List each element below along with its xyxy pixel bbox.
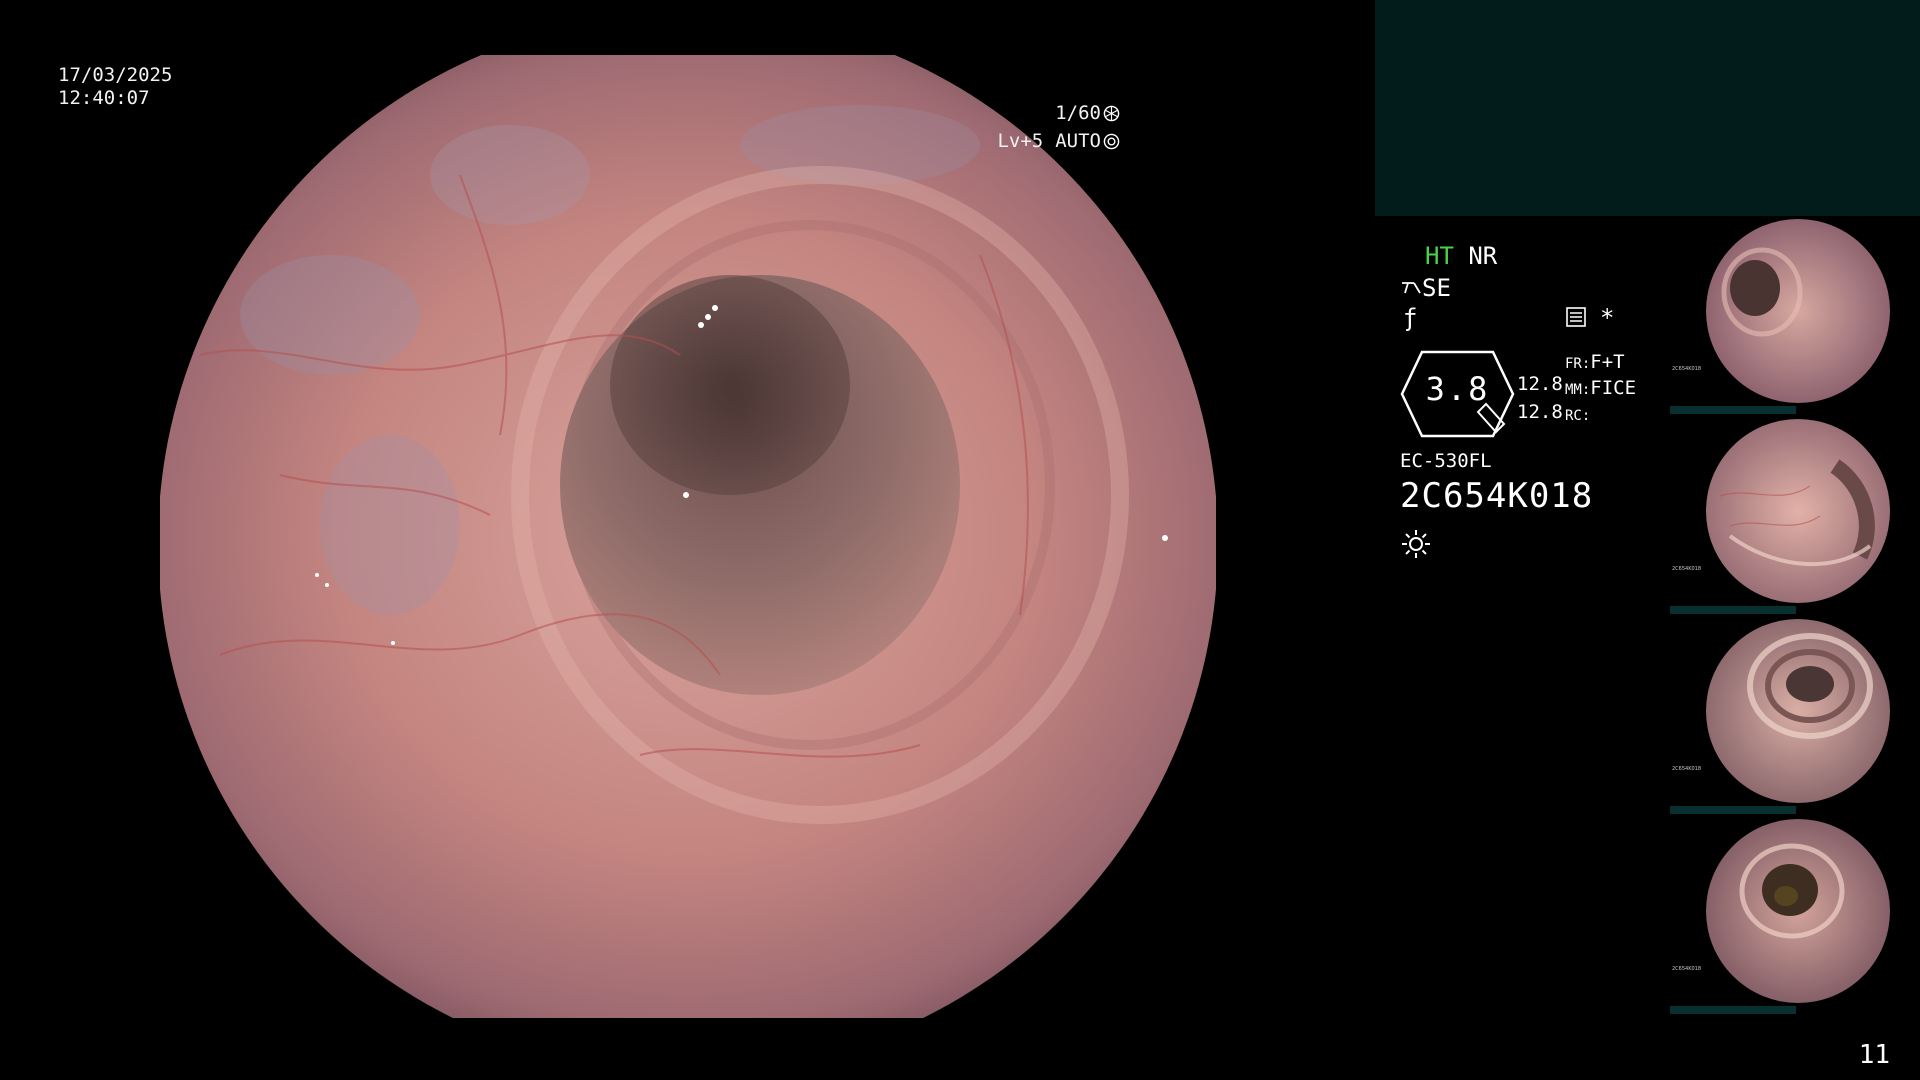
- se-label: SE: [1422, 274, 1451, 302]
- mm-label: MM:: [1565, 382, 1591, 398]
- mag-value-1: 12.8: [1517, 373, 1563, 395]
- thumbnail-3[interactable]: 2C654K018: [1670, 616, 1920, 814]
- thumbnail-bar: [1670, 1006, 1796, 1014]
- thumbnail-4[interactable]: 2C654K018: [1670, 816, 1920, 1014]
- fr-value: F+T: [1590, 351, 1625, 373]
- shutter-text: 1/60: [1055, 102, 1101, 124]
- thumbnail-caption: 2C654K018: [1672, 766, 1702, 772]
- time-text: 12:40:07: [58, 87, 150, 109]
- mode-labels: FR:F+T MM:FICE RC:: [1565, 350, 1636, 428]
- fr-label: FR:: [1565, 356, 1591, 372]
- iris-mode-text: AUTO: [1055, 130, 1101, 152]
- scope-serial: 2C654K018: [1400, 476, 1594, 516]
- light-level-text: Lv+5: [997, 130, 1044, 152]
- rc-label: RC:: [1565, 408, 1591, 424]
- iris-icon: [1103, 133, 1120, 149]
- magnification-value: 3.8: [1425, 370, 1490, 408]
- star-mark: *: [1600, 304, 1615, 332]
- date-text: 17/03/2025: [58, 64, 173, 86]
- mm-value: FICE: [1590, 377, 1637, 399]
- aperture-icon: [1103, 105, 1120, 121]
- info-panel: [1375, 0, 1920, 216]
- datetime-overlay: 17/03/2025 12:40:07: [58, 64, 172, 110]
- ht-label: HT: [1425, 242, 1454, 270]
- thumbnail-2[interactable]: 2C654K018: [1670, 416, 1920, 614]
- captured-images-strip: 2C654K018 2C654K018 2C654K018 2C654K018: [1670, 216, 1920, 1016]
- magnification-values: 12.8 12.8: [1517, 370, 1563, 426]
- scope-model: EC-530FL: [1400, 450, 1492, 472]
- ht-nr-row: HT NR: [1425, 242, 1497, 270]
- book-icon: [1566, 307, 1586, 327]
- sun-icon: [1402, 530, 1430, 558]
- mag-value-2: 12.8: [1517, 401, 1563, 423]
- f-symbol: ƒ: [1403, 304, 1418, 332]
- exposure-overlay: 1/60 Lv+5 AUTO: [997, 99, 1120, 155]
- thumbnail-caption: 2C654K018: [1672, 366, 1702, 372]
- thumbnail-caption: 2C654K018: [1672, 566, 1702, 572]
- endoscope-main-view: [160, 55, 1216, 1018]
- processor-status-panel: HT NR SE ƒ * 3.8 12.8 12.8 FR:F+T MM:FIC…: [1400, 240, 1690, 580]
- se-row: SE: [1400, 274, 1451, 302]
- wand-icon: [1402, 282, 1421, 294]
- thumbnail-1[interactable]: 2C654K018: [1670, 216, 1920, 414]
- nr-label: NR: [1468, 242, 1498, 270]
- thumbnail-bar: [1670, 406, 1796, 414]
- thumbnail-caption: 2C654K018: [1672, 966, 1702, 972]
- thumbnail-bar: [1670, 606, 1796, 614]
- page-number: 11: [1858, 1040, 1890, 1070]
- thumbnail-bar: [1670, 806, 1796, 814]
